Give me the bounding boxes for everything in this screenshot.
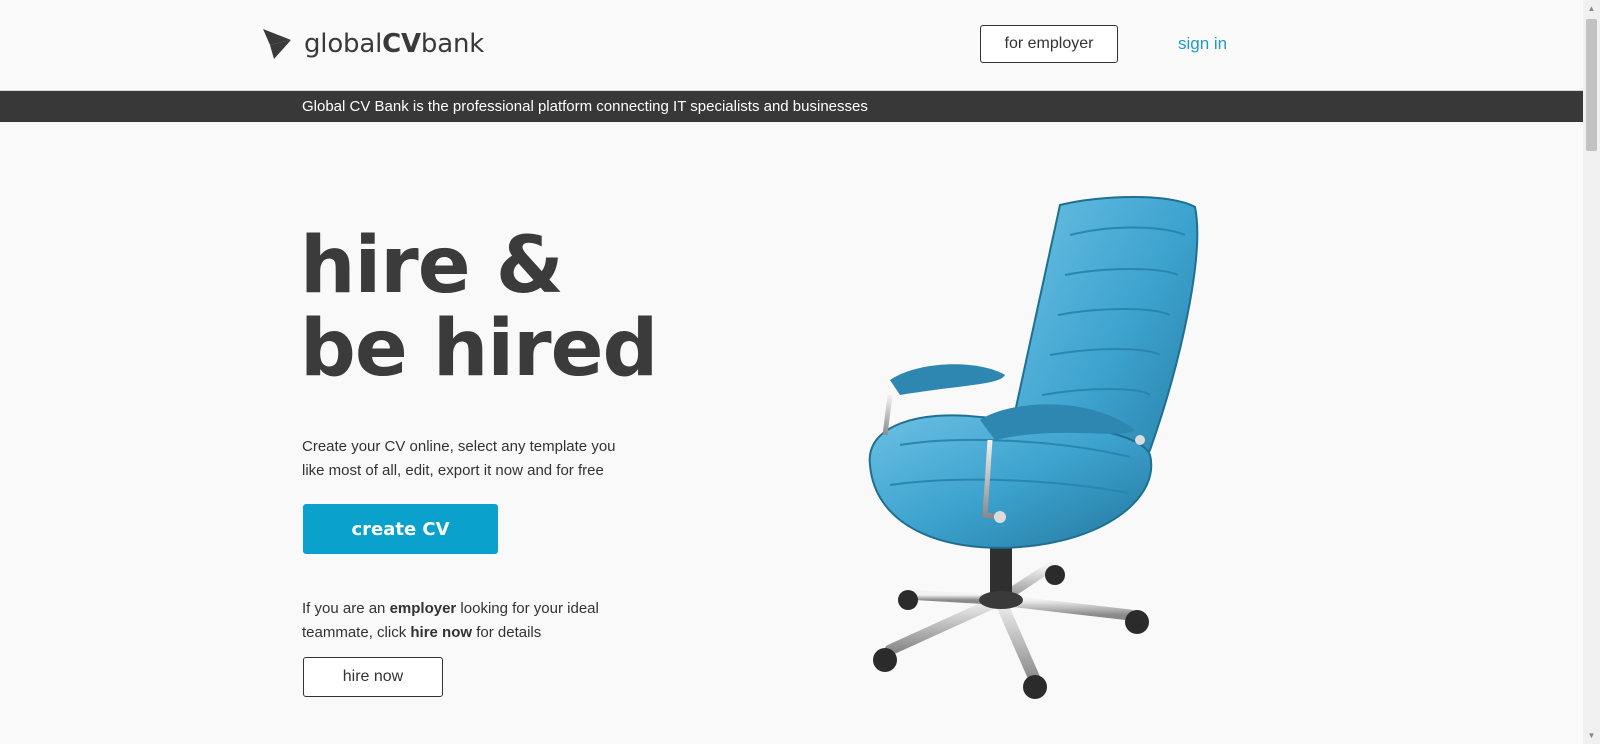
hire-now-button[interactable]: hire now [303, 657, 443, 697]
hero-subtext: Create your CV online, select any templa… [302, 438, 616, 479]
scroll-down-arrow-icon[interactable]: ▼ [1583, 727, 1600, 744]
paper-plane-logo-icon [263, 29, 291, 59]
scrollbar-thumb[interactable] [1586, 19, 1597, 151]
for-employer-button[interactable]: for employer [980, 25, 1118, 63]
logo[interactable]: globalCVbank [262, 26, 484, 62]
scroll-up-arrow-icon[interactable]: ▲ [1583, 0, 1600, 17]
headline-line-1: hire & [300, 221, 564, 311]
create-cv-button[interactable]: create CV [303, 504, 498, 554]
office-chair-image [868, 196, 1199, 699]
chair-base [873, 530, 1149, 699]
info-banner: Global CV Bank is the professional platf… [0, 91, 1583, 122]
logo-text: globalCVbank [304, 29, 485, 59]
headline-line-2: be hired [300, 304, 658, 394]
employer-note: If you are an employer looking for your … [302, 600, 599, 641]
header: globalCVbank for employer sign in [0, 0, 1583, 91]
page-scrollbar[interactable]: ▲ ▼ [1583, 0, 1600, 744]
banner-text: Global CV Bank is the professional platf… [302, 98, 868, 115]
sign-in-link[interactable]: sign in [1178, 34, 1227, 54]
hero-headline: hire & be hired [300, 221, 658, 394]
